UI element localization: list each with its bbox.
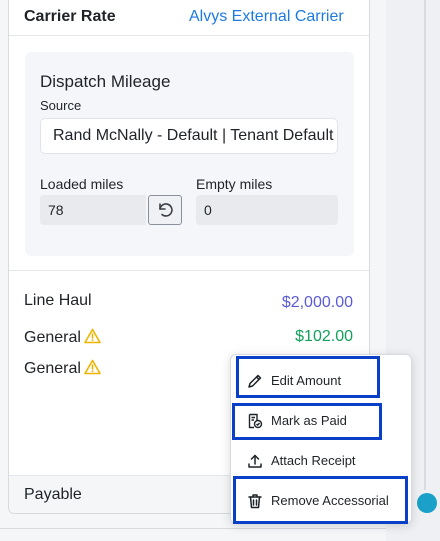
warning-icon <box>84 359 101 375</box>
menu-item-label: Attach Receipt <box>271 453 356 468</box>
reset-miles-button[interactable] <box>148 195 182 225</box>
trash-icon <box>248 494 262 509</box>
loaded-miles-value: 78 <box>48 202 64 218</box>
receipt-check-icon <box>248 413 263 429</box>
source-label: Source <box>40 98 82 113</box>
charge-context-menu: Edit Amount Mark as Paid Attach Receipt … <box>230 354 412 524</box>
general-charge-row[interactable]: General <box>24 328 101 347</box>
menu-item-attach-receipt[interactable]: Attach Receipt <box>231 441 411 481</box>
warning-icon <box>84 328 101 344</box>
menu-item-edit-amount[interactable]: Edit Amount <box>231 361 411 401</box>
empty-miles-value: 0 <box>204 202 212 218</box>
source-select-value: Rand McNally - Default | Tenant Default <box>53 127 334 144</box>
general-charge-label-2: General <box>24 360 81 377</box>
card-title: Carrier Rate <box>24 8 116 25</box>
menu-item-label: Edit Amount <box>271 373 342 388</box>
line-haul-amount: $2,000.00 <box>281 294 353 311</box>
source-select[interactable]: Rand McNally - Default | Tenant Default <box>40 118 338 154</box>
bottom-border <box>0 528 386 529</box>
timeline-line <box>424 0 426 490</box>
loaded-miles-input[interactable]: 78 <box>40 195 146 225</box>
pencil-icon <box>248 374 262 388</box>
undo-icon <box>159 203 173 217</box>
general-charge-row-2[interactable]: General <box>24 359 101 378</box>
card-header: Carrier Rate Alvys External Carrier <box>9 0 369 36</box>
carrier-link[interactable]: Alvys External Carrier <box>189 8 365 26</box>
menu-item-remove-accessorial[interactable]: Remove Accessorial <box>231 481 411 521</box>
menu-item-mark-as-paid[interactable]: Mark as Paid <box>231 401 411 441</box>
mileage-title: Dispatch Mileage <box>40 72 171 91</box>
upload-icon <box>248 454 262 468</box>
section-divider <box>9 270 369 271</box>
timeline-dot[interactable] <box>417 493 437 513</box>
payable-label: Payable <box>24 486 82 503</box>
menu-item-label: Mark as Paid <box>271 413 347 428</box>
loaded-miles-label: Loaded miles <box>40 176 124 192</box>
empty-miles-input[interactable]: 0 <box>196 195 338 225</box>
general-charge-label: General <box>24 329 81 346</box>
line-haul-label: Line Haul <box>24 292 92 309</box>
dispatch-mileage-panel: Dispatch Mileage Source Rand McNally - D… <box>25 52 354 256</box>
menu-item-label: Remove Accessorial <box>271 493 389 508</box>
empty-miles-label: Empty miles <box>196 176 273 192</box>
general-charge-amount: $102.00 <box>295 328 353 345</box>
